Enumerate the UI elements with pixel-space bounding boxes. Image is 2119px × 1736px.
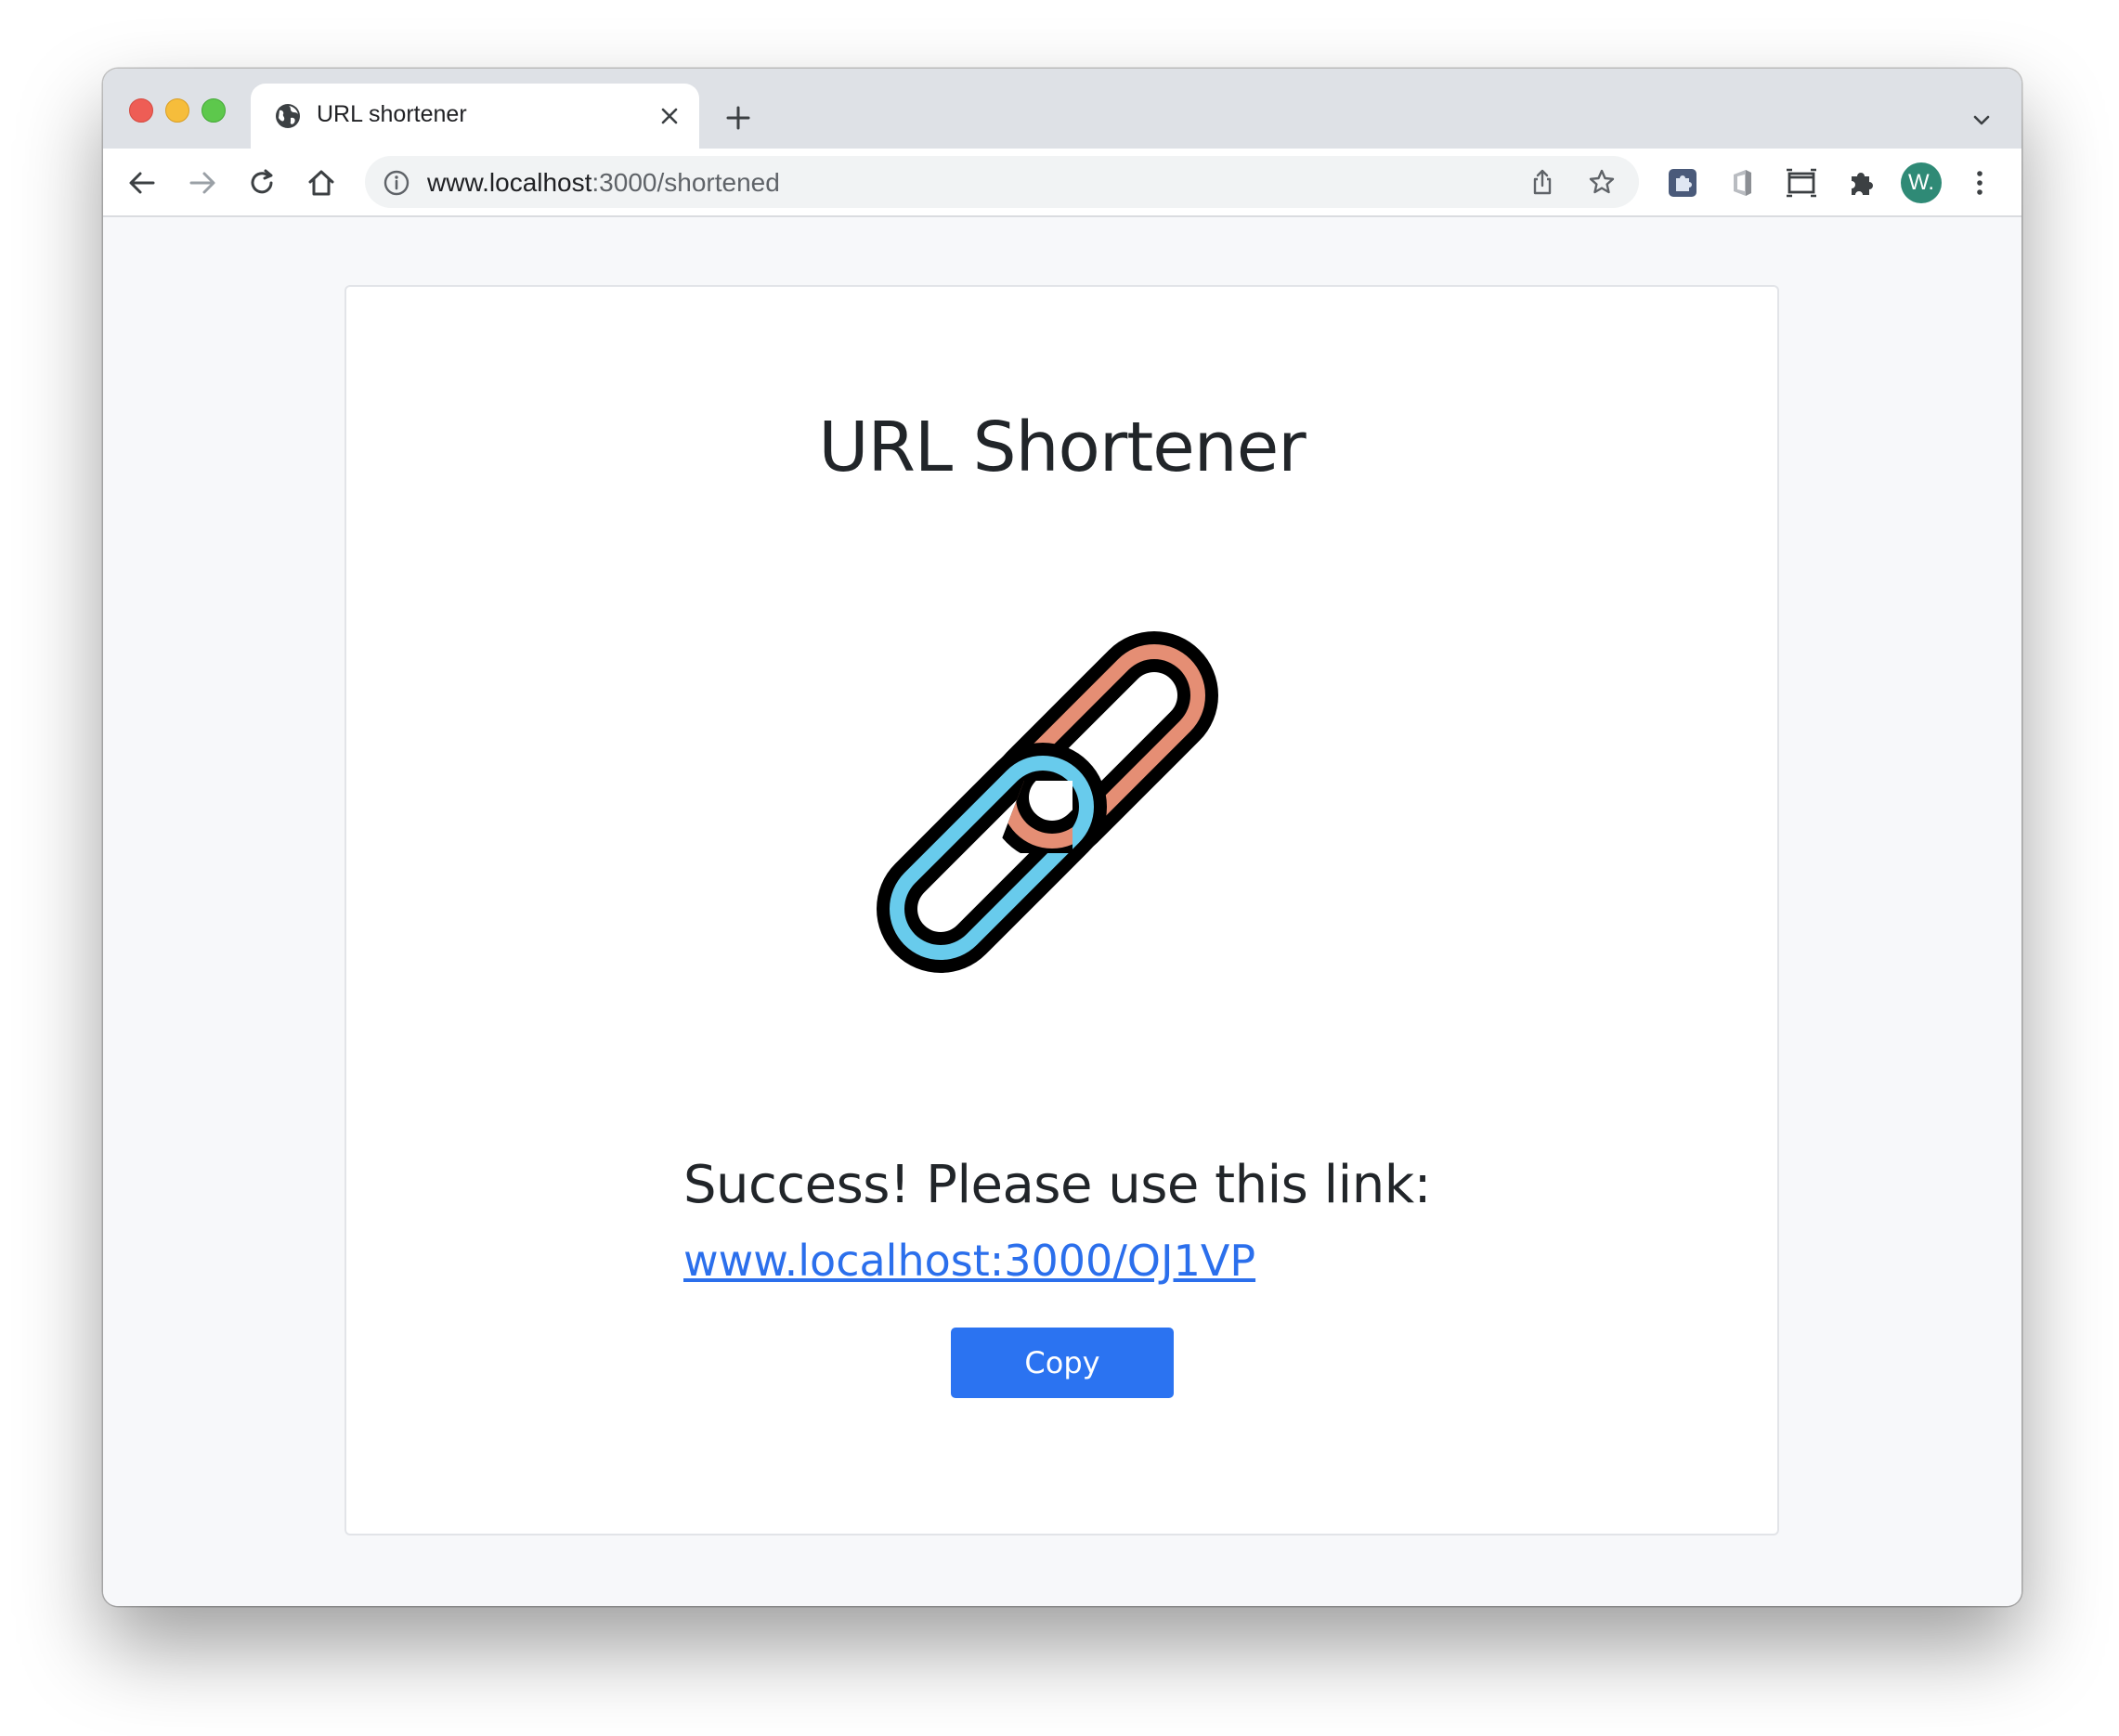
url-host: www.localhost — [427, 168, 592, 197]
content-card: URL Shortener Success! Please use this l… — [344, 285, 1779, 1535]
tab-url-shortener[interactable]: URL shortener — [251, 84, 699, 149]
url-text[interactable]: www.localhost:3000/shortened — [427, 168, 780, 198]
new-tab-icon[interactable] — [724, 104, 752, 132]
copy-button[interactable]: Copy — [951, 1328, 1174, 1398]
page-viewport: URL Shortener Success! Please use this l… — [103, 217, 2022, 1606]
home-icon[interactable] — [305, 166, 338, 200]
chevron-down-icon[interactable] — [1970, 110, 1993, 132]
url-path: :3000/shortened — [592, 168, 780, 197]
success-message: Success! Please use this link: — [683, 1155, 1432, 1215]
profile-avatar[interactable]: W. — [1901, 162, 1942, 203]
screen-capture-icon[interactable] — [1785, 166, 1818, 200]
forward-arrow-icon[interactable] — [186, 166, 219, 200]
tab-title: URL shortener — [317, 101, 467, 127]
globe-icon — [276, 104, 300, 128]
close-tab-icon[interactable] — [658, 105, 681, 127]
minimize-window-button[interactable] — [165, 98, 189, 123]
browser-toolbar: www.localhost:3000/shortened W. — [103, 149, 2022, 217]
extension-puzzle-badge-icon[interactable] — [1666, 166, 1699, 200]
office-icon[interactable] — [1725, 166, 1759, 200]
share-icon[interactable] — [1528, 167, 1557, 197]
back-arrow-icon[interactable] — [125, 166, 159, 200]
extensions-puzzle-icon[interactable] — [1844, 166, 1878, 200]
info-icon[interactable] — [383, 169, 410, 197]
chain-link-icon — [877, 631, 1218, 973]
reload-icon[interactable] — [245, 166, 279, 200]
star-icon[interactable] — [1587, 167, 1617, 197]
close-window-button[interactable] — [129, 98, 153, 123]
short-link[interactable]: www.localhost:3000/OJ1VP — [683, 1236, 1255, 1286]
more-menu-icon[interactable] — [1963, 166, 1996, 200]
maximize-window-button[interactable] — [202, 98, 226, 123]
address-bar[interactable]: www.localhost:3000/shortened — [365, 156, 1639, 208]
tab-bar: URL shortener — [103, 69, 2022, 149]
page-title: URL Shortener — [818, 408, 1306, 487]
browser-window: URL shortener www.localhost:3000/shorten… — [103, 69, 2022, 1606]
